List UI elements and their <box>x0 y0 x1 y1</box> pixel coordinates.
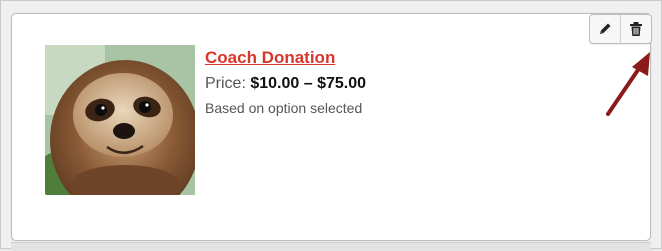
price-label: Price: <box>205 75 246 92</box>
product-card: Coach Donation Price: $10.00 – $75.00 Ba… <box>11 13 652 241</box>
product-image <box>45 45 195 195</box>
delete-button[interactable] <box>620 15 651 43</box>
edit-button[interactable] <box>590 15 620 43</box>
annotation-arrow <box>606 52 650 116</box>
price-note: Based on option selected <box>205 100 363 116</box>
pencil-icon <box>600 23 611 34</box>
card-toolbar <box>589 14 652 44</box>
next-card-edge <box>11 242 651 251</box>
price-value: $10.00 – $75.00 <box>250 75 367 92</box>
product-title-link[interactable]: Coach Donation <box>205 48 335 68</box>
sloth-photo <box>45 45 195 195</box>
trash-icon <box>630 22 642 36</box>
price-row: Price: $10.00 – $75.00 <box>205 75 366 93</box>
